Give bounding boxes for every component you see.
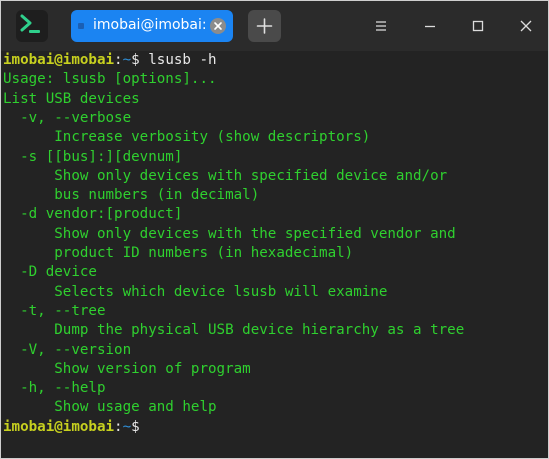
output-line: -s [[bus]:][devnum] [3,148,183,165]
output-line: -t, --tree [3,302,106,319]
maximize-icon [472,20,484,32]
maximize-button[interactable] [468,16,488,36]
output-line: Increase verbosity (show descriptors) [3,129,371,146]
output-line: -d vendor:[product] [3,206,183,223]
prompt-path: ~ [122,418,132,435]
prompt-line: imobai@imobai:~$ [3,418,148,437]
new-tab-button[interactable] [248,10,281,42]
tab-indicator [78,23,84,29]
hamburger-icon [376,21,386,31]
plus-icon [256,18,273,34]
minimize-button[interactable] [420,16,440,36]
output-line: Show usage and help [3,399,217,416]
output-line: -h, --help [3,380,106,397]
terminal-window: imobai@imobai: ~ imobai@imobai:~$ lsusb … [0,0,549,459]
close-icon [520,20,532,32]
command-text: lsusb -h [148,52,217,68]
minimize-icon [425,25,435,28]
terminal-app-icon[interactable] [16,10,48,42]
output-line: Dump the physical USB device hierarchy a… [3,322,465,339]
output-line: Show only devices with the specified ven… [3,225,456,242]
output-line: Show only devices with specified device … [3,167,448,184]
output-line: -V, --version [3,341,132,358]
prompt-line: imobai@imobai:~$ lsusb -h [3,51,217,70]
prompt-user: imobai@imobai [3,418,115,435]
prompt-user: imobai@imobai [3,52,115,68]
prompt-symbol: $ [131,418,149,435]
output-line: List USB devices [3,90,140,107]
output-line: bus numbers (in decimal) [3,187,260,204]
prompt-separator: : [114,418,123,435]
close-icon[interactable] [210,18,226,34]
tab-terminal[interactable]: imobai@imobai: ~ [71,10,233,42]
close-window-button[interactable] [516,16,536,36]
title-bar[interactable]: imobai@imobai: ~ [1,1,548,51]
output-line: Show version of program [3,360,251,377]
menu-button[interactable] [371,16,391,36]
output-line: -D device [3,264,97,281]
output-line: Usage: lsusb [options]... [3,71,217,88]
output-line: Selects which device lsusb will examine [3,283,388,300]
output-line: product ID numbers (in hexadecimal) [3,245,354,261]
output-line: -v, --verbose [3,109,132,126]
prompt-path: ~ [122,52,132,68]
prompt-symbol: $ [131,52,149,68]
prompt-separator: : [114,52,123,68]
tab-title: imobai@imobai: ~ [93,17,223,33]
terminal-output[interactable]: imobai@imobai:~$ lsusb -h Usage: lsusb [… [1,51,548,458]
